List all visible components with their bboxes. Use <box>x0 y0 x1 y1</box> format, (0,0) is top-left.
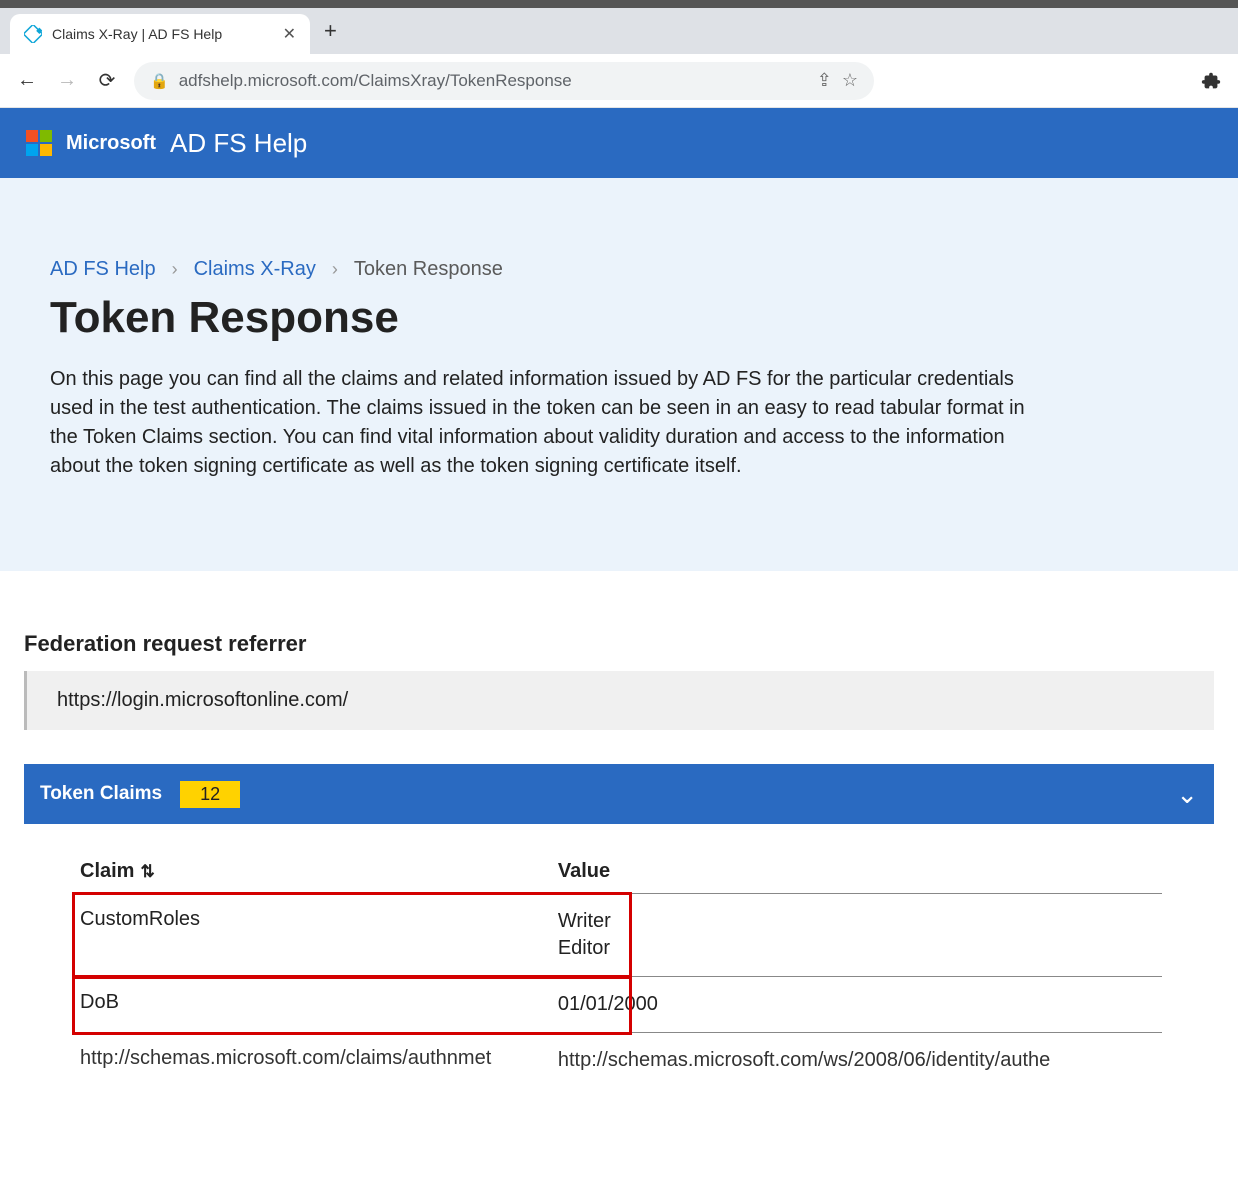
column-header-claim[interactable]: Claim⇅ <box>76 850 554 894</box>
close-tab-icon[interactable]: ✕ <box>283 24 296 44</box>
back-button[interactable]: ← <box>14 68 40 94</box>
claim-cell: CustomRoles <box>76 894 554 977</box>
url-text: adfshelp.microsoft.com/ClaimsXray/TokenR… <box>179 71 572 91</box>
address-bar[interactable]: 🔒 adfshelp.microsoft.com/ClaimsXray/Toke… <box>134 62 874 100</box>
bookmark-icon[interactable]: ☆ <box>842 70 858 91</box>
share-icon[interactable]: ⇪ <box>817 70 832 91</box>
value-cell: WriterEditor <box>554 894 1162 977</box>
favicon-icon <box>24 25 42 43</box>
value-cell: http://schemas.microsoft.com/ws/2008/06/… <box>554 1033 1162 1089</box>
token-claims-title: Token Claims <box>40 783 162 805</box>
value-cell: 01/01/2000 <box>554 977 1162 1033</box>
breadcrumb-link-claims-xray[interactable]: Claims X-Ray <box>194 258 316 281</box>
tab-title: Claims X-Ray | AD FS Help <box>52 26 273 42</box>
claim-cell: DoB <box>76 977 554 1033</box>
sort-icon: ⇅ <box>140 862 154 881</box>
forward-button: → <box>54 68 80 94</box>
claim-cell: http://schemas.microsoft.com/claims/auth… <box>76 1033 554 1089</box>
table-row: CustomRolesWriterEditor <box>76 894 1162 977</box>
site-name: AD FS Help <box>170 128 307 159</box>
page-title: Token Response <box>50 293 1188 343</box>
extensions-icon[interactable] <box>1198 68 1224 94</box>
breadcrumb-link-adfs-help[interactable]: AD FS Help <box>50 258 156 281</box>
federation-referrer-label: Federation request referrer <box>24 631 1214 657</box>
lock-icon: 🔒 <box>150 72 169 90</box>
breadcrumb-current: Token Response <box>354 258 503 281</box>
table-row: http://schemas.microsoft.com/claims/auth… <box>76 1033 1162 1089</box>
browser-tab[interactable]: Claims X-Ray | AD FS Help ✕ <box>10 14 310 54</box>
token-claims-count-badge: 12 <box>180 781 240 808</box>
token-claims-header[interactable]: Token Claims 12 ⌄ <box>24 764 1214 824</box>
page-description: On this page you can find all the claims… <box>50 365 1050 481</box>
microsoft-logo-icon <box>26 130 52 156</box>
new-tab-button[interactable]: + <box>324 18 337 44</box>
chevron-right-icon: › <box>172 259 178 280</box>
reload-button[interactable]: ⟳ <box>94 68 120 94</box>
claims-table: Claim⇅ Value CustomRolesWriterEditorDoB0… <box>76 850 1162 1088</box>
brand-name: Microsoft <box>66 132 156 155</box>
column-header-value[interactable]: Value <box>554 850 1162 894</box>
federation-referrer-value: https://login.microsoftonline.com/ <box>24 671 1214 730</box>
chevron-down-icon: ⌄ <box>1176 779 1198 810</box>
breadcrumb: AD FS Help › Claims X-Ray › Token Respon… <box>50 258 1188 281</box>
table-row: DoB01/01/2000 <box>76 977 1162 1033</box>
chevron-right-icon: › <box>332 259 338 280</box>
site-header: Microsoft AD FS Help <box>0 108 1238 178</box>
